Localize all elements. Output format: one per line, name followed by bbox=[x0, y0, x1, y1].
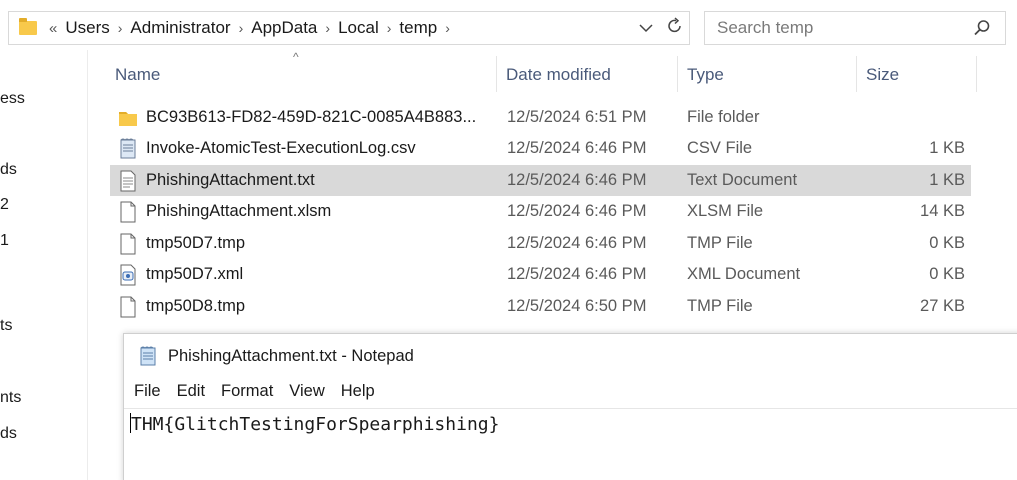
chevron-right-icon[interactable]: › bbox=[445, 21, 450, 35]
xml-file-icon bbox=[120, 264, 136, 286]
folder-icon bbox=[119, 112, 137, 126]
file-size: 1 KB bbox=[929, 139, 965, 157]
column-header-size[interactable]: Size bbox=[866, 60, 976, 90]
notepad-content: THM{GlitchTestingForSpearphishing} bbox=[131, 414, 500, 435]
file-name: Invoke-AtomicTest-ExecutionLog.csv bbox=[146, 139, 416, 157]
nav-item[interactable]: ess bbox=[0, 90, 25, 108]
file-row[interactable]: PhishingAttachment.xlsm 12/5/2024 6:46 P… bbox=[110, 196, 971, 227]
column-header-type[interactable]: Type bbox=[687, 60, 852, 90]
menu-file[interactable]: File bbox=[134, 382, 169, 401]
breadcrumb-appdata[interactable]: AppData bbox=[251, 18, 317, 38]
file-size: 0 KB bbox=[929, 265, 965, 283]
file-name: tmp50D7.tmp bbox=[146, 234, 246, 252]
search-input[interactable] bbox=[717, 18, 967, 38]
notepad-window[interactable]: PhishingAttachment.txt - Notepad File Ed… bbox=[123, 333, 1017, 480]
folder-icon bbox=[19, 18, 37, 35]
menu-view[interactable]: View bbox=[289, 382, 332, 401]
file-size: 1 KB bbox=[929, 171, 965, 189]
search-box[interactable] bbox=[704, 11, 1006, 45]
column-divider[interactable] bbox=[496, 56, 497, 92]
file-type: TMP File bbox=[687, 234, 753, 252]
column-divider[interactable] bbox=[677, 56, 678, 92]
file-size: 14 KB bbox=[920, 202, 965, 220]
column-header-date[interactable]: Date modified bbox=[506, 60, 676, 90]
csv-file-icon bbox=[120, 138, 136, 159]
navigation-pane: ess ds 2 1 ts nts ds bbox=[0, 50, 88, 480]
file-date: 12/5/2024 6:50 PM bbox=[507, 297, 647, 315]
chevron-right-icon[interactable]: › bbox=[239, 21, 244, 35]
file-type: XLSM File bbox=[687, 202, 764, 220]
file-type: TMP File bbox=[687, 297, 753, 315]
chevron-down-icon[interactable] bbox=[639, 20, 653, 36]
file-row[interactable]: tmp50D8.tmp 12/5/2024 6:50 PM TMP File 2… bbox=[110, 291, 971, 322]
file-date: 12/5/2024 6:51 PM bbox=[507, 108, 647, 126]
file-date: 12/5/2024 6:46 PM bbox=[507, 202, 647, 220]
column-header-name[interactable]: Name bbox=[115, 60, 495, 90]
file-row[interactable]: BC93B613-FD82-459D-821C-0085A4B883... 12… bbox=[110, 102, 971, 133]
file-name: tmp50D7.xml bbox=[146, 265, 244, 283]
menu-format[interactable]: Format bbox=[221, 382, 281, 401]
file-row[interactable]: Invoke-AtomicTest-ExecutionLog.csv 12/5/… bbox=[110, 133, 971, 164]
notepad-titlebar[interactable]: PhishingAttachment.txt - Notepad bbox=[138, 344, 414, 368]
file-name: PhishingAttachment.txt bbox=[146, 171, 315, 189]
text-file-icon bbox=[120, 170, 136, 192]
overflow-chevron-icon[interactable]: « bbox=[49, 21, 57, 36]
notepad-menubar: File Edit Format View Help bbox=[134, 382, 391, 401]
nav-item[interactable]: nts bbox=[0, 389, 21, 407]
nav-item[interactable]: ts bbox=[0, 317, 12, 335]
column-divider[interactable] bbox=[976, 56, 977, 92]
file-date: 12/5/2024 6:46 PM bbox=[507, 265, 647, 283]
file-size: 0 KB bbox=[929, 234, 965, 252]
nav-item[interactable]: 1 bbox=[0, 232, 9, 250]
file-name: BC93B613-FD82-459D-821C-0085A4B883... bbox=[146, 108, 477, 126]
file-type: CSV File bbox=[687, 139, 753, 157]
notepad-title: PhishingAttachment.txt - Notepad bbox=[168, 346, 414, 365]
notepad-icon bbox=[140, 346, 156, 366]
chevron-right-icon[interactable]: › bbox=[118, 21, 123, 35]
column-divider[interactable] bbox=[856, 56, 857, 92]
blank-file-icon bbox=[120, 201, 136, 223]
file-size: 27 KB bbox=[920, 297, 965, 315]
chevron-right-icon[interactable]: › bbox=[387, 21, 392, 35]
search-icon[interactable] bbox=[973, 19, 991, 37]
menu-edit[interactable]: Edit bbox=[177, 382, 213, 401]
breadcrumb-temp[interactable]: temp bbox=[399, 18, 437, 38]
file-type: Text Document bbox=[687, 171, 798, 189]
chevron-right-icon[interactable]: › bbox=[325, 21, 330, 35]
nav-item[interactable]: ds bbox=[0, 425, 17, 443]
file-type: XML Document bbox=[687, 265, 801, 283]
file-name: tmp50D8.tmp bbox=[146, 297, 246, 315]
breadcrumb-local[interactable]: Local bbox=[338, 18, 379, 38]
file-date: 12/5/2024 6:46 PM bbox=[507, 171, 647, 189]
blank-file-icon bbox=[120, 296, 136, 318]
menu-help[interactable]: Help bbox=[341, 382, 383, 401]
breadcrumb-users[interactable]: Users bbox=[65, 18, 109, 38]
address-bar[interactable]: « Users › Administrator › AppData › Loca… bbox=[8, 11, 690, 45]
file-row-selected[interactable]: PhishingAttachment.txt 12/5/2024 6:46 PM… bbox=[110, 165, 971, 196]
file-date: 12/5/2024 6:46 PM bbox=[507, 139, 647, 157]
nav-item[interactable]: ds bbox=[0, 161, 17, 179]
file-date: 12/5/2024 6:46 PM bbox=[507, 234, 647, 252]
breadcrumb-administrator[interactable]: Administrator bbox=[130, 18, 230, 38]
refresh-icon[interactable] bbox=[667, 16, 683, 40]
nav-item[interactable]: 2 bbox=[0, 196, 9, 214]
file-row[interactable]: tmp50D7.xml 12/5/2024 6:46 PM XML Docume… bbox=[110, 259, 971, 290]
notepad-text-area[interactable]: THM{GlitchTestingForSpearphishing} bbox=[124, 408, 1017, 480]
file-row[interactable]: tmp50D7.tmp 12/5/2024 6:46 PM TMP File 0… bbox=[110, 228, 971, 259]
file-type: File folder bbox=[687, 108, 760, 126]
blank-file-icon bbox=[120, 233, 136, 255]
file-name: PhishingAttachment.xlsm bbox=[146, 202, 332, 220]
